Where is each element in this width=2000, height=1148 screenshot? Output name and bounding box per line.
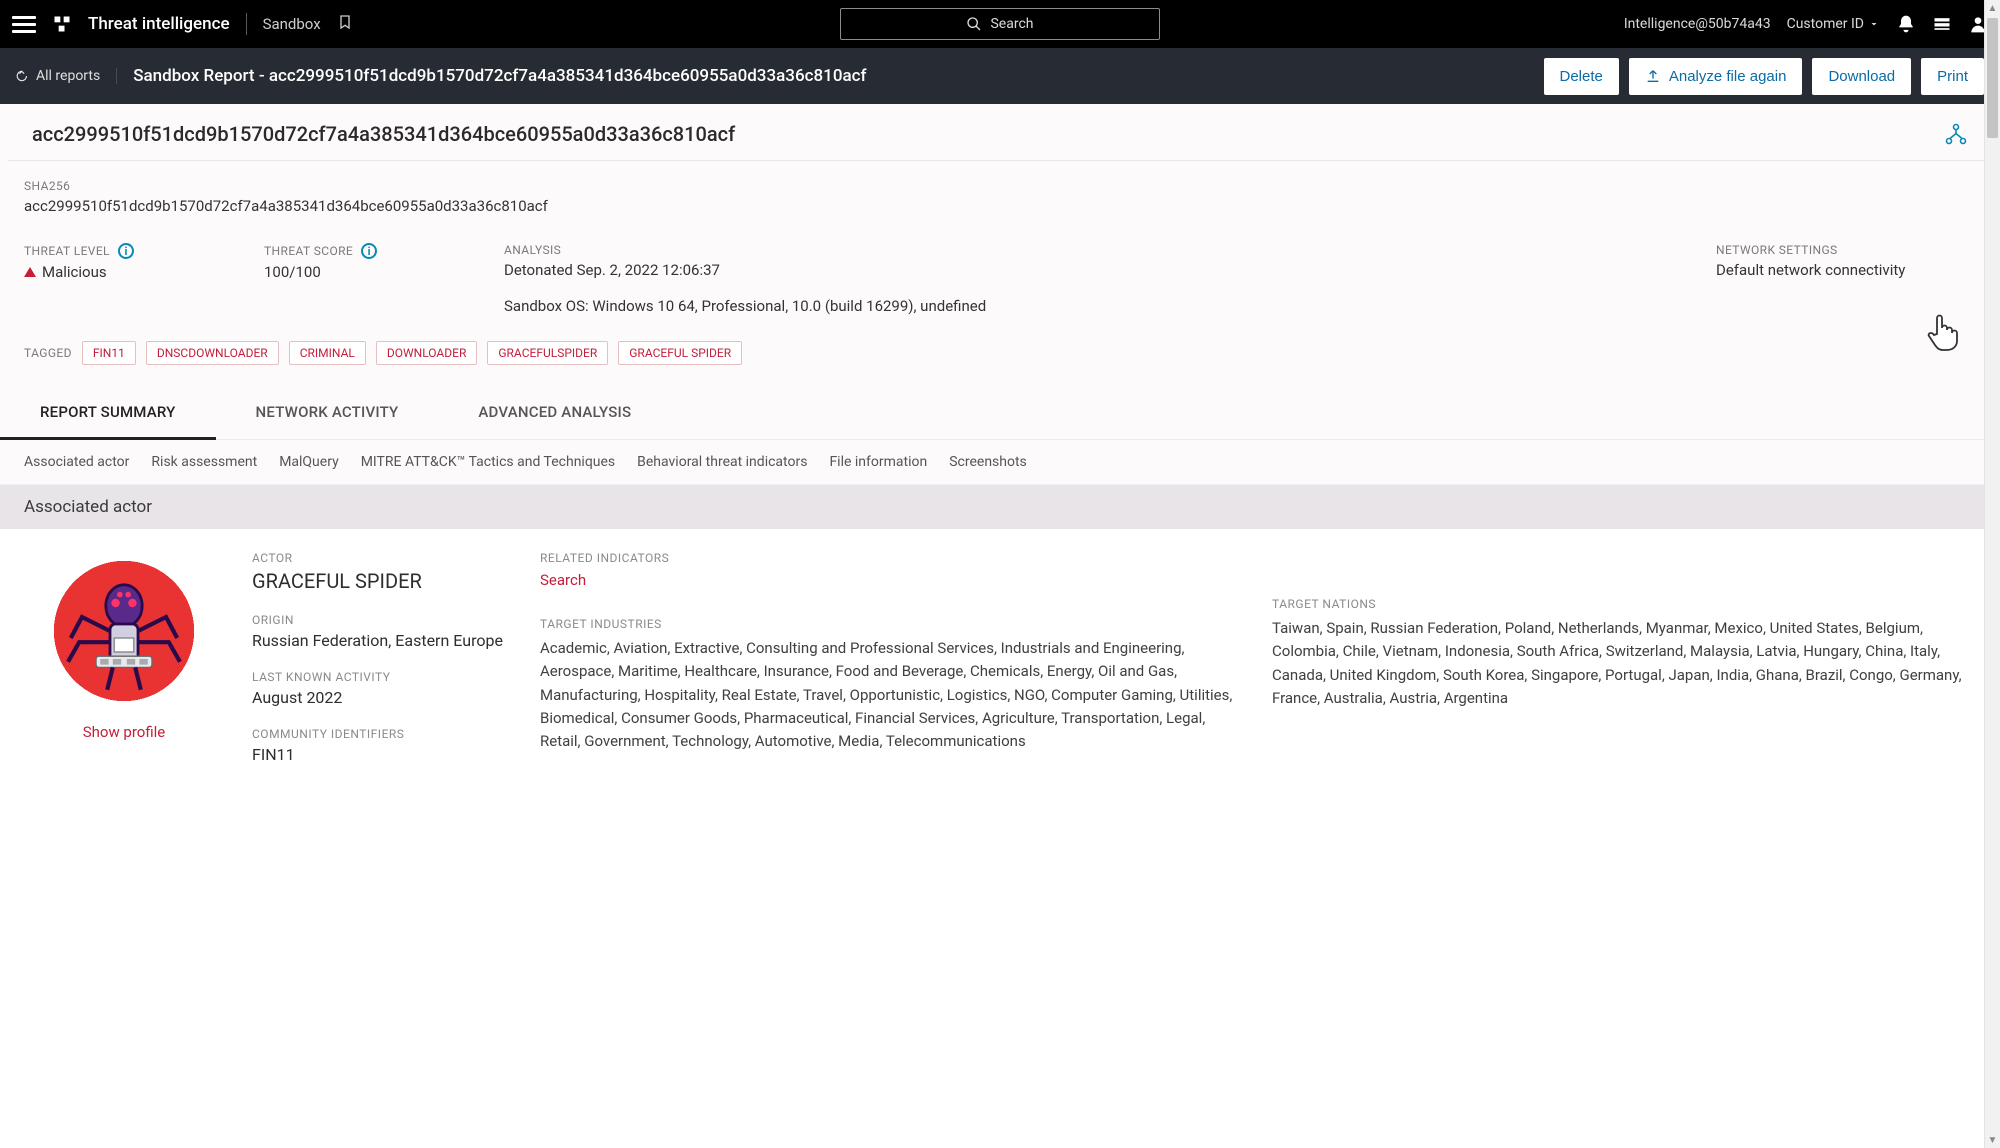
customer-id-label: Customer ID bbox=[1787, 16, 1864, 32]
info-icon[interactable]: i bbox=[118, 243, 134, 259]
stack-icon[interactable] bbox=[1932, 14, 1952, 34]
network-settings-label: NETWORK SETTINGS bbox=[1716, 243, 1976, 257]
analyze-again-button[interactable]: Analyze file again bbox=[1629, 58, 1803, 95]
threat-level-value: Malicious bbox=[42, 263, 107, 281]
bookmark-icon[interactable] bbox=[337, 12, 353, 36]
tab-network-activity[interactable]: NETWORK ACTIVITY bbox=[216, 387, 439, 439]
scroll-down-icon[interactable]: ▼ bbox=[1985, 1132, 2000, 1148]
community-value: FIN11 bbox=[252, 745, 512, 764]
tab-report-summary[interactable]: REPORT SUMMARY bbox=[0, 387, 216, 440]
hash-row: acc2999510f51dcd9b1570d72cf7a4a385341d36… bbox=[8, 104, 1992, 161]
section-header-associated-actor: Associated actor bbox=[0, 485, 2000, 529]
search-placeholder: Search bbox=[990, 16, 1033, 32]
community-label: COMMUNITY IDENTIFIERS bbox=[252, 727, 512, 741]
tag[interactable]: CRIMINAL bbox=[289, 341, 366, 365]
sha256-label: SHA256 bbox=[24, 179, 1976, 193]
nations-label: TARGET NATIONS bbox=[1272, 597, 1976, 611]
origin-value: Russian Federation, Eastern Europe bbox=[252, 631, 512, 650]
activity-value: August 2022 bbox=[252, 688, 512, 707]
tag[interactable]: FIN11 bbox=[82, 341, 136, 365]
industries-label: TARGET INDUSTRIES bbox=[540, 617, 1244, 631]
subtab-malquery[interactable]: MalQuery bbox=[279, 454, 339, 470]
scroll-up-icon[interactable]: ▲ bbox=[1985, 0, 2000, 16]
sub-tabs: Associated actor Risk assessment MalQuer… bbox=[0, 440, 2000, 485]
upload-icon bbox=[1645, 68, 1661, 84]
delete-button[interactable]: Delete bbox=[1544, 58, 1619, 95]
tag-row: TAGGED FIN11 DNSCDOWNLOADER CRIMINAL DOW… bbox=[0, 335, 2000, 387]
report-title: Sandbox Report - acc2999510f51dcd9b1570d… bbox=[133, 66, 866, 86]
actor-label: ACTOR bbox=[252, 551, 512, 565]
sha256-value: acc2999510f51dcd9b1570d72cf7a4a385341d36… bbox=[24, 197, 1976, 215]
brand-logo-icon[interactable] bbox=[52, 14, 72, 34]
nations-value: Taiwan, Spain, Russian Federation, Polan… bbox=[1272, 617, 1976, 710]
tab-advanced-analysis[interactable]: ADVANCED ANALYSIS bbox=[438, 387, 671, 439]
industries-value: Academic, Aviation, Extractive, Consulti… bbox=[540, 637, 1244, 753]
app-title: Threat intelligence bbox=[88, 14, 230, 34]
tag[interactable]: GRACEFUL SPIDER bbox=[618, 341, 742, 365]
subtab-file-info[interactable]: File information bbox=[829, 454, 927, 470]
customer-id-dropdown[interactable]: Customer ID bbox=[1787, 16, 1880, 32]
menu-icon[interactable] bbox=[12, 12, 36, 36]
spider-avatar-icon bbox=[54, 561, 194, 701]
main-tabs: REPORT SUMMARY NETWORK ACTIVITY ADVANCED… bbox=[0, 387, 2000, 440]
analysis-os: Sandbox OS: Windows 10 64, Professional,… bbox=[504, 297, 1656, 315]
download-button[interactable]: Download bbox=[1812, 58, 1911, 95]
origin-label: ORIGIN bbox=[252, 613, 512, 627]
intelligence-id: Intelligence@50b74a43 bbox=[1624, 16, 1771, 32]
subtab-mitre[interactable]: MITRE ATT&CK™ Tactics and Techniques bbox=[361, 454, 615, 470]
tag[interactable]: DOWNLOADER bbox=[376, 341, 477, 365]
tag[interactable]: GRACEFULSPIDER bbox=[487, 341, 608, 365]
subbar: All reports Sandbox Report - acc2999510f… bbox=[0, 48, 2000, 104]
analysis-label: ANALYSIS bbox=[504, 243, 1656, 257]
subtab-risk-assessment[interactable]: Risk assessment bbox=[151, 454, 257, 470]
search-input[interactable]: Search bbox=[840, 8, 1160, 40]
threat-level-label: THREAT LEVEL bbox=[24, 244, 110, 258]
back-all-reports[interactable]: All reports bbox=[16, 68, 117, 84]
threat-triangle-icon bbox=[24, 267, 36, 277]
analyze-label: Analyze file again bbox=[1669, 68, 1787, 85]
scrollbar-thumb[interactable] bbox=[1987, 18, 1998, 138]
activity-label: LAST KNOWN ACTIVITY bbox=[252, 670, 512, 684]
actor-avatar bbox=[44, 551, 204, 711]
network-settings-value: Default network connectivity bbox=[1716, 261, 1976, 279]
subtab-associated-actor[interactable]: Associated actor bbox=[24, 454, 129, 470]
print-button[interactable]: Print bbox=[1921, 58, 1984, 95]
hash-title: acc2999510f51dcd9b1570d72cf7a4a385341d36… bbox=[32, 122, 1944, 146]
indicators-label: RELATED INDICATORS bbox=[540, 551, 1244, 565]
subtab-behavioral[interactable]: Behavioral threat indicators bbox=[637, 454, 807, 470]
process-tree-icon[interactable] bbox=[1944, 122, 1968, 146]
tagged-label: TAGGED bbox=[24, 346, 72, 360]
show-profile-link[interactable]: Show profile bbox=[24, 723, 224, 741]
threat-score-value: 100/100 bbox=[264, 263, 444, 281]
threat-score-label: THREAT SCORE bbox=[264, 244, 353, 258]
subtab-screenshots[interactable]: Screenshots bbox=[949, 454, 1027, 470]
divider bbox=[246, 13, 247, 35]
search-icon bbox=[966, 16, 982, 32]
chevron-down-icon bbox=[1868, 18, 1880, 30]
bell-icon[interactable] bbox=[1896, 14, 1916, 34]
info-icon[interactable]: i bbox=[361, 243, 377, 259]
back-arrow-icon bbox=[16, 69, 30, 83]
topbar: Threat intelligence Sandbox Search Intel… bbox=[0, 0, 2000, 48]
back-label: All reports bbox=[36, 68, 100, 84]
indicators-search-link[interactable]: Search bbox=[540, 571, 1244, 589]
scrollbar[interactable]: ▲ ▼ bbox=[1984, 0, 2000, 1148]
analysis-time: Detonated Sep. 2, 2022 12:06:37 bbox=[504, 261, 1656, 279]
breadcrumb-sandbox[interactable]: Sandbox bbox=[263, 15, 321, 33]
tag[interactable]: DNSCDOWNLOADER bbox=[146, 341, 279, 365]
actor-name: GRACEFUL SPIDER bbox=[252, 569, 512, 593]
